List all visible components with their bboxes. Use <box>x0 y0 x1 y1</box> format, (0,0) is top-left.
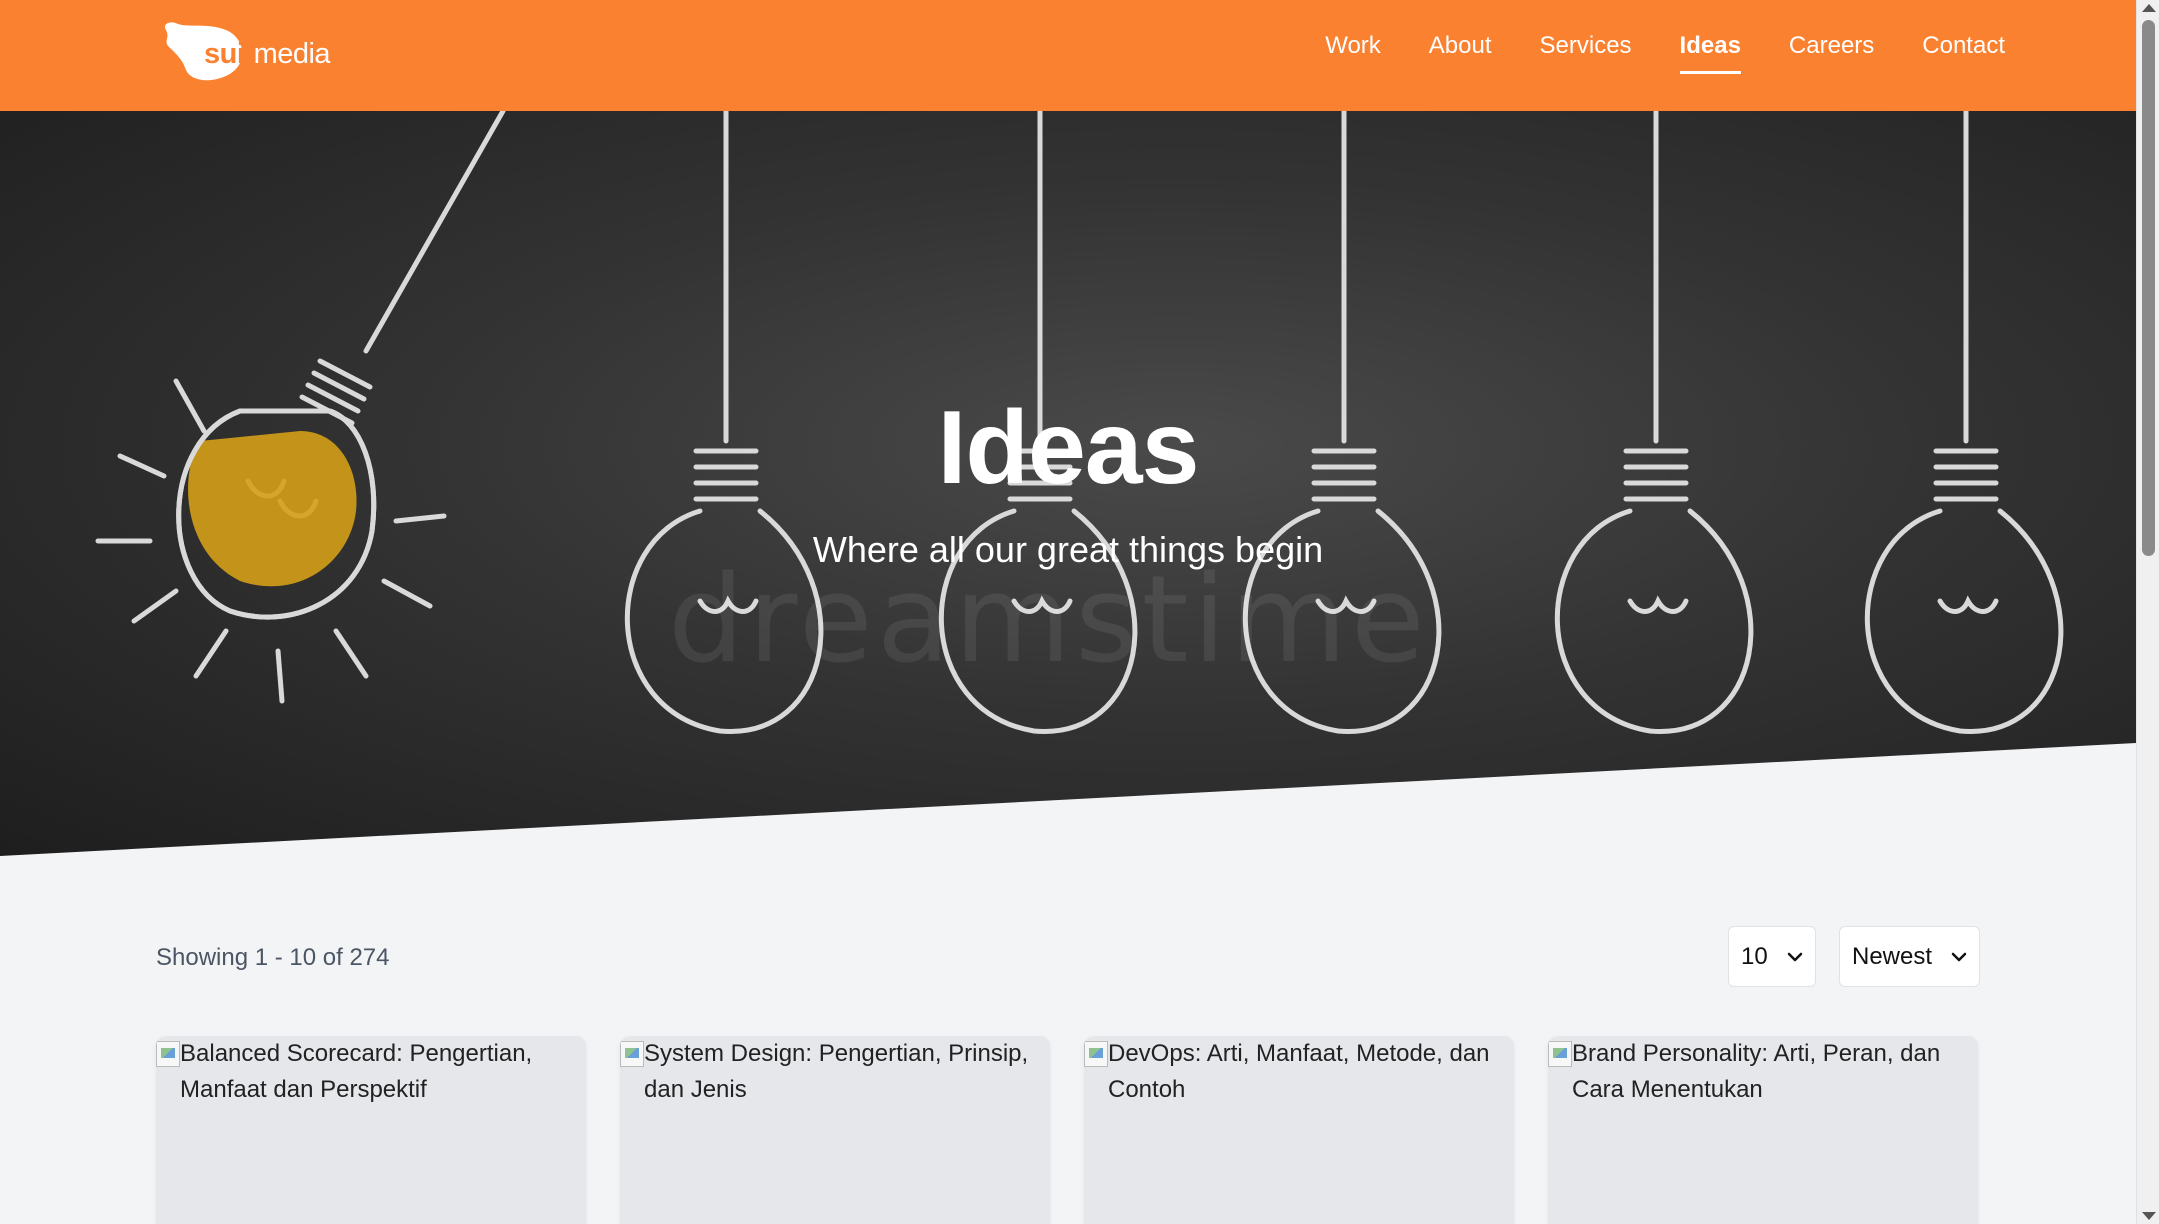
page-subtitle: Where all our great things begin <box>812 529 1324 570</box>
page-scrollbar[interactable] <box>2136 0 2159 1224</box>
nav-item-work[interactable]: Work <box>1325 32 1381 74</box>
scroll-down-arrow-icon[interactable] <box>2142 1212 2156 1220</box>
logo-text-rest: media <box>253 38 331 70</box>
main-nav: Work About Services Ideas Careers Contac… <box>1325 32 2005 74</box>
broken-image-icon <box>1084 1041 1108 1067</box>
scrollbar-thumb[interactable] <box>2142 20 2155 556</box>
nav-item-services[interactable]: Services <box>1540 32 1632 74</box>
card-image[interactable]: DevOps: Arti, Manfaat, Metode, dan Conto… <box>1084 1036 1514 1108</box>
logo-text-bold: suit <box>204 38 254 70</box>
card-image-alt-text: Brand Personality: Arti, Peran, dan Cara… <box>1572 1040 1941 1103</box>
scroll-up-arrow-icon[interactable] <box>2142 4 2156 12</box>
sort-select[interactable]: Newest <box>1839 926 1980 987</box>
idea-card[interactable]: System Design: Pengertian, Prinsip, dan … <box>620 1036 1050 1224</box>
card-image-alt-text: Balanced Scorecard: Pengertian, Manfaat … <box>180 1040 533 1103</box>
site-header: suitmedia Work About Services Ideas Care… <box>0 0 2136 111</box>
results-count: Showing 1 - 10 of 274 <box>156 944 390 971</box>
card-image-alt-text: DevOps: Arti, Manfaat, Metode, dan Conto… <box>1108 1040 1490 1103</box>
card-image[interactable]: Balanced Scorecard: Pengertian, Manfaat … <box>156 1036 586 1108</box>
broken-image-icon <box>620 1041 644 1067</box>
nav-item-ideas[interactable]: Ideas <box>1679 32 1742 74</box>
card-image[interactable]: Brand Personality: Arti, Peran, dan Cara… <box>1548 1036 1978 1108</box>
broken-image-icon <box>156 1041 180 1067</box>
chevron-down-icon <box>1951 952 1967 961</box>
hero-banner: dreamstime Ideas Where all our great thi… <box>0 111 2136 856</box>
ideas-card-grid: Balanced Scorecard: Pengertian, Manfaat … <box>156 1036 1978 1224</box>
card-image-alt-text: System Design: Pengertian, Prinsip, dan … <box>644 1040 1029 1103</box>
nav-item-careers[interactable]: Careers <box>1789 32 1874 74</box>
chevron-down-icon <box>1787 952 1803 961</box>
per-page-value: 10 <box>1741 942 1768 970</box>
card-image[interactable]: System Design: Pengertian, Prinsip, dan … <box>620 1036 1050 1108</box>
page-title: Ideas <box>937 390 1200 506</box>
idea-card[interactable]: DevOps: Arti, Manfaat, Metode, dan Conto… <box>1084 1036 1514 1224</box>
idea-card[interactable]: Brand Personality: Arti, Peran, dan Cara… <box>1548 1036 1978 1224</box>
nav-item-contact[interactable]: Contact <box>1922 32 2005 74</box>
per-page-select[interactable]: 10 <box>1728 926 1816 987</box>
idea-card[interactable]: Balanced Scorecard: Pengertian, Manfaat … <box>156 1036 586 1224</box>
logo-text: suitmedia <box>204 38 331 71</box>
suitmedia-logo[interactable]: suitmedia <box>160 18 331 84</box>
image-watermark: dreamstime <box>668 551 1429 690</box>
nav-item-about[interactable]: About <box>1429 32 1492 74</box>
sort-value: Newest <box>1852 942 1933 970</box>
broken-image-icon <box>1548 1041 1572 1067</box>
